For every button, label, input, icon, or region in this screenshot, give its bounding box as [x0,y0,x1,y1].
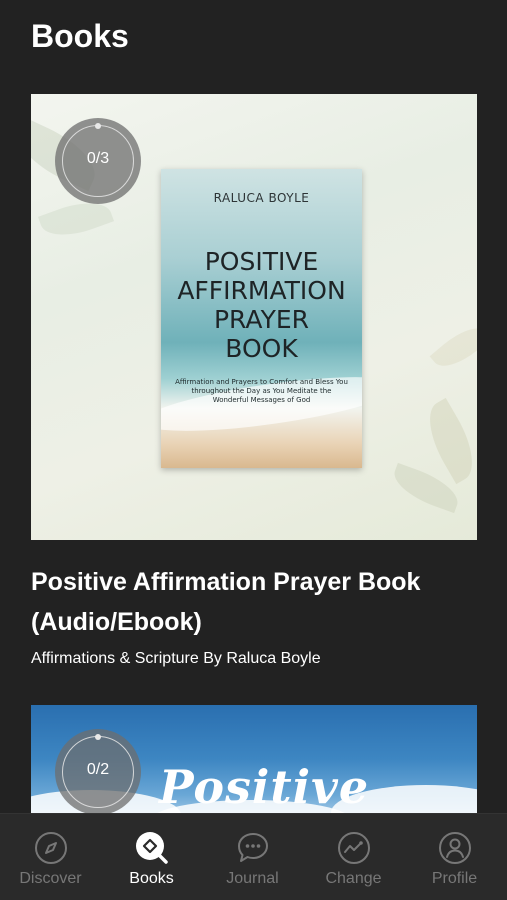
book-card[interactable]: RALUCA BOYLE POSITIVE AFFIRMATION PRAYER… [31,94,477,667]
tab-label: Books [129,870,174,887]
cover-headline: Positive [159,760,370,813]
book-cover[interactable]: Positive 0/2 [31,705,477,813]
book-cover-art: RALUCA BOYLE POSITIVE AFFIRMATION PRAYER… [161,169,362,468]
book-search-icon [136,832,168,864]
page-title: Books [31,18,129,54]
progress-indicator: 0/3 [55,118,141,204]
tab-label: Journal [226,870,279,887]
tab-change[interactable]: Change [303,814,404,900]
header: Books [0,0,507,80]
book-title[interactable]: Positive Affirmation Prayer Book (Audio/… [31,562,477,642]
chat-bubble-icon [238,833,268,862]
cover-title: POSITIVE AFFIRMATION PRAYER BOOK [177,247,346,363]
tab-profile[interactable]: Profile [404,814,505,900]
cover-subtitle: Affirmation and Prayers to Comfort and B… [175,378,348,404]
bottom-tab-bar: Discover Books Journal Change Profile [0,813,507,900]
tab-label: Profile [431,870,478,887]
tab-label: Change [325,870,382,887]
progress-label: 0/2 [86,761,110,778]
progress-label: 0/3 [86,150,110,167]
book-subtitle: Affirmations & Scripture By Raluca Boyle [31,650,321,667]
compass-icon [35,832,67,864]
tab-books[interactable]: Books [101,814,202,900]
tab-journal[interactable]: Journal [202,814,303,900]
person-icon [439,832,471,864]
trend-icon [338,832,370,864]
progress-indicator: 0/2 [55,729,141,813]
tab-discover[interactable]: Discover [0,814,101,900]
book-cover[interactable]: RALUCA BOYLE POSITIVE AFFIRMATION PRAYER… [31,94,477,540]
tab-label: Discover [19,870,82,887]
book-card[interactable]: Positive 0/2 [31,705,477,813]
cover-author: RALUCA BOYLE [213,191,310,205]
